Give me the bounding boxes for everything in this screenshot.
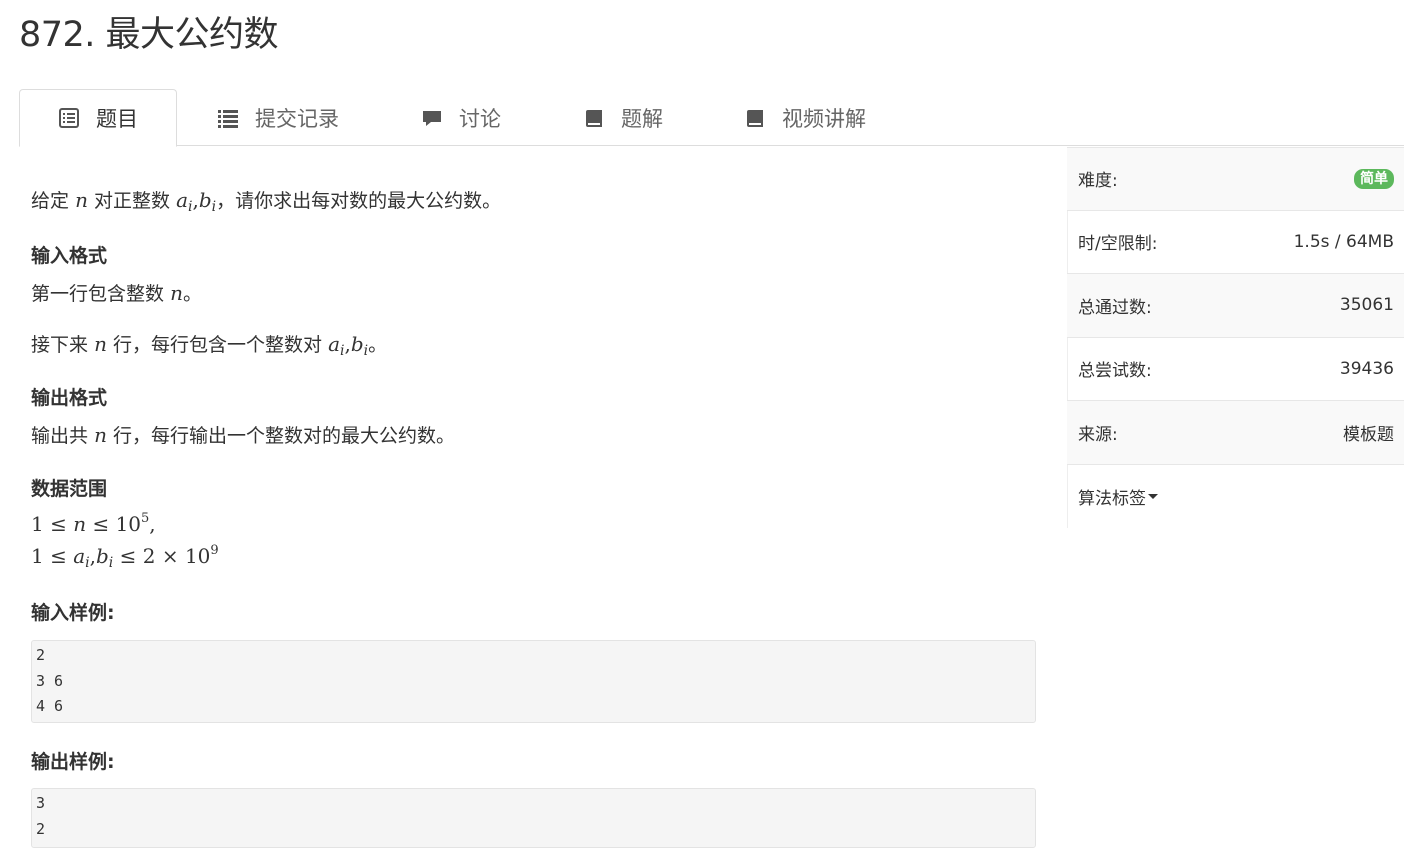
tried-label: 总尝试数:	[1078, 361, 1152, 382]
tab-discussion-label: 讨论	[459, 106, 501, 131]
difficulty-label: 难度:	[1078, 171, 1118, 192]
book-icon	[583, 107, 605, 129]
source-value[interactable]: 模板题	[1343, 420, 1394, 445]
sample-input-line: 3 6	[36, 671, 64, 690]
problem-info-sidebar: 难度: 简单 时/空限制: 1.5s / 64MB 总通过数: 35061 总尝…	[1067, 147, 1404, 528]
list-alt-icon	[58, 107, 80, 129]
tried-row: 总尝试数: 39436	[1067, 338, 1404, 401]
passed-label: 总通过数:	[1078, 297, 1152, 318]
tab-video[interactable]: 视频讲解	[744, 89, 866, 146]
sample-output-heading: 输出样例:	[31, 751, 115, 773]
sample-input-heading: 输入样例:	[31, 602, 115, 624]
data-range-line-2: 1 ≤ ai,bi ≤ 2 × 109	[31, 543, 219, 571]
caret-down-icon	[1148, 493, 1158, 499]
limit-value: 1.5s / 64MB	[1293, 231, 1394, 252]
tab-solutions[interactable]: 题解	[583, 89, 663, 146]
tab-submissions-label: 提交记录	[255, 106, 339, 131]
input-format-line-2: 接下来 n 行，每行包含一个整数对 ai,bi。	[31, 332, 388, 359]
tab-problem-label: 题目	[96, 107, 138, 131]
tab-bar: 题目 提交记录 讨论 题解 视频讲解	[19, 89, 1404, 147]
comment-icon	[421, 107, 443, 129]
tab-solutions-label: 题解	[621, 106, 663, 131]
limit-label: 时/空限制:	[1078, 234, 1158, 255]
sample-output-line: 3	[36, 794, 46, 812]
input-format-line-1: 第一行包含整数 n。	[31, 281, 202, 305]
tab-problem[interactable]: 题目	[19, 89, 177, 147]
problem-description: 给定 n 对正整数 ai,bi，请你求出每对数的最大公约数。	[31, 188, 502, 215]
limit-row: 时/空限制: 1.5s / 64MB	[1067, 211, 1404, 274]
sample-input-line: 2	[36, 646, 46, 664]
problem-title: 872. 最大公约数	[19, 15, 279, 55]
output-format-line: 输出共 n 行，每行输出一个整数对的最大公约数。	[31, 423, 456, 447]
algorithm-tags-toggle[interactable]: 算法标签	[1067, 465, 1404, 529]
source-row: 来源: 模板题	[1067, 401, 1404, 465]
passed-row: 总通过数: 35061	[1067, 274, 1404, 338]
difficulty-row: 难度: 简单	[1067, 147, 1404, 211]
algorithm-tags-label: 算法标签	[1078, 488, 1146, 509]
book-icon	[744, 107, 766, 129]
tab-submissions[interactable]: 提交记录	[217, 89, 339, 146]
sample-input-line: 4 6	[36, 697, 64, 715]
data-range-heading: 数据范围	[31, 478, 108, 500]
tried-value: 39436	[1339, 358, 1394, 379]
output-format-heading: 输出格式	[31, 387, 108, 409]
passed-value: 35061	[1339, 295, 1394, 316]
tab-video-label: 视频讲解	[782, 106, 866, 131]
source-label: 来源:	[1078, 424, 1118, 445]
difficulty-badge: 简单	[1354, 168, 1394, 189]
list-icon	[217, 107, 239, 129]
data-range-line-1: 1 ≤ n ≤ 105,	[31, 511, 156, 536]
sample-output-block[interactable]: 3 2	[31, 788, 1036, 848]
tab-discussion[interactable]: 讨论	[421, 89, 501, 146]
sample-input-block[interactable]: 2 3 6 4 6	[31, 640, 1036, 723]
input-format-heading: 输入格式	[31, 245, 108, 267]
sample-output-line: 2	[36, 819, 46, 838]
